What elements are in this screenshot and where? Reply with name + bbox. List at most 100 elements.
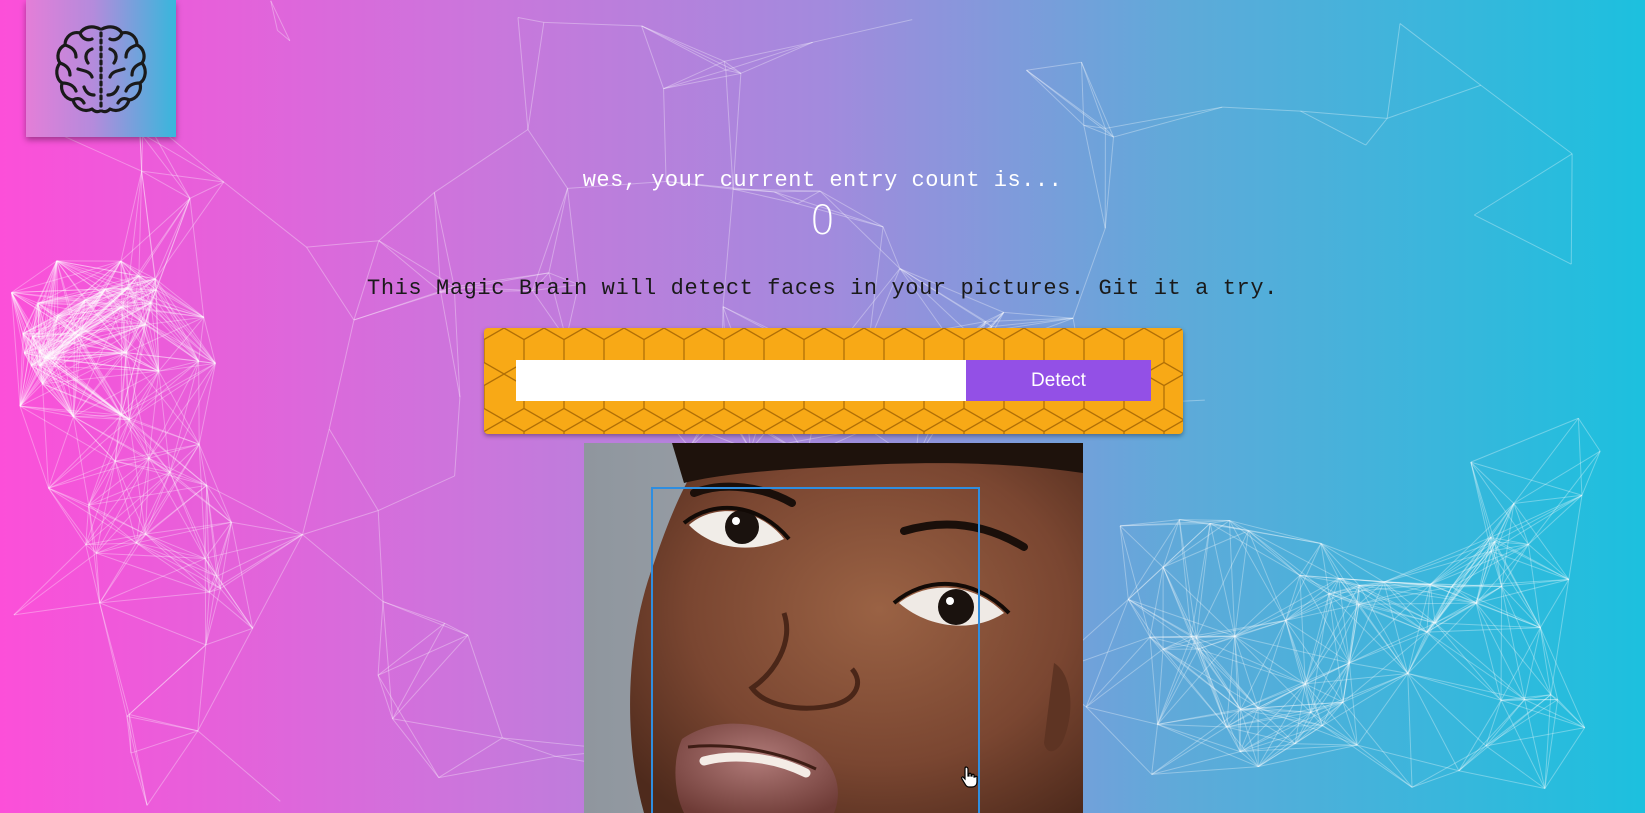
particle-link [1513, 503, 1529, 545]
particle-link [146, 730, 199, 806]
hand-cursor-icon [961, 766, 978, 788]
particle-link [1086, 706, 1158, 725]
particle-link [1119, 525, 1164, 568]
particle-link [1356, 744, 1413, 788]
particle-link [1358, 602, 1477, 605]
particle-link [392, 634, 469, 720]
entry-count-greeting: wes, your current entry count is... [582, 168, 1063, 193]
particle-link [527, 22, 545, 130]
particle-link [252, 534, 303, 629]
particle-link [302, 510, 379, 536]
particle-link [216, 534, 303, 577]
particle-link [1113, 106, 1223, 138]
particle-link [517, 17, 544, 23]
particle-link [1577, 417, 1601, 452]
particle-link [382, 601, 469, 636]
particle-link [663, 60, 725, 90]
particle-link [1257, 725, 1323, 768]
brain-icon [55, 24, 147, 113]
particle-link [1149, 637, 1159, 725]
particle-link [96, 552, 210, 593]
particle-link [1222, 106, 1301, 112]
particle-link [1322, 725, 1413, 788]
particle-link [382, 601, 394, 719]
particle-link [145, 533, 221, 589]
particle-link [1581, 450, 1601, 496]
particle-link [1399, 23, 1482, 86]
particle-link [1300, 110, 1388, 119]
particle-link [328, 319, 355, 430]
image-link-form: Detect [484, 328, 1183, 434]
particle-link [126, 716, 148, 806]
particle-link [454, 396, 461, 476]
particle-link [1386, 23, 1401, 119]
particle-link [1426, 631, 1525, 700]
particle-link [1026, 69, 1085, 126]
particle-link [1157, 723, 1227, 728]
particle-link [114, 461, 137, 544]
particle-link [377, 510, 384, 602]
particle-link [663, 72, 741, 90]
particle-link [1539, 627, 1552, 695]
particle-link [1550, 579, 1570, 695]
particle-link [1342, 662, 1350, 703]
particle-link [1026, 69, 1114, 138]
particle-link [1295, 743, 1358, 746]
particle-link [220, 534, 303, 589]
particle-link [1151, 724, 1159, 775]
particle-link [270, 0, 278, 31]
particle-link [1539, 627, 1586, 728]
particle-link [145, 533, 210, 593]
particle-link [302, 534, 384, 602]
particle-link [377, 634, 469, 676]
particle-link [96, 552, 206, 559]
particle-link [169, 471, 206, 559]
particle-link [724, 41, 813, 62]
particle-link [517, 17, 529, 130]
entry-count-value: 0 [809, 198, 836, 244]
particle-link [88, 505, 97, 554]
particle-link [1485, 700, 1502, 747]
particle-link [1513, 494, 1582, 504]
particle-link [1539, 627, 1559, 700]
particle-link [377, 622, 446, 676]
particle-link [1411, 770, 1460, 788]
particle-link [220, 588, 254, 629]
particle-link [1085, 636, 1151, 708]
particle-link [328, 428, 379, 511]
particle-link [13, 544, 87, 616]
particle-link [725, 41, 813, 71]
particle-link [740, 41, 813, 74]
particle-link [1080, 62, 1085, 126]
particle-link [1407, 622, 1436, 674]
particle-link [382, 601, 445, 624]
particle-link [1196, 530, 1249, 639]
particle-link [1407, 673, 1460, 771]
particle-link [13, 552, 97, 616]
particle-link [130, 752, 148, 806]
particle-link [1119, 525, 1151, 638]
particle-link [270, 0, 291, 41]
particle-link [1500, 699, 1546, 789]
particle-link [1485, 694, 1552, 747]
intro-text: This Magic Brain will detect faces in yo… [367, 276, 1278, 301]
particle-link [99, 602, 128, 717]
particle-link [1162, 567, 1192, 637]
particle-link [1539, 579, 1570, 628]
particle-link [1085, 706, 1153, 775]
face-bounding-box [651, 487, 980, 813]
particle-link [1365, 118, 1388, 146]
particle-link [641, 25, 725, 62]
particle-link [1209, 523, 1236, 637]
particle-link [88, 471, 171, 506]
image-url-input[interactable] [516, 360, 966, 401]
particle-link [99, 591, 210, 604]
particle-link [377, 475, 455, 511]
particle-link [1248, 530, 1330, 595]
particle-link [1500, 586, 1503, 701]
particle-link [1480, 84, 1573, 155]
particle-link [1226, 726, 1259, 767]
detect-button[interactable]: Detect [966, 360, 1151, 401]
particle-link [1458, 699, 1526, 772]
particle-link [641, 25, 742, 74]
